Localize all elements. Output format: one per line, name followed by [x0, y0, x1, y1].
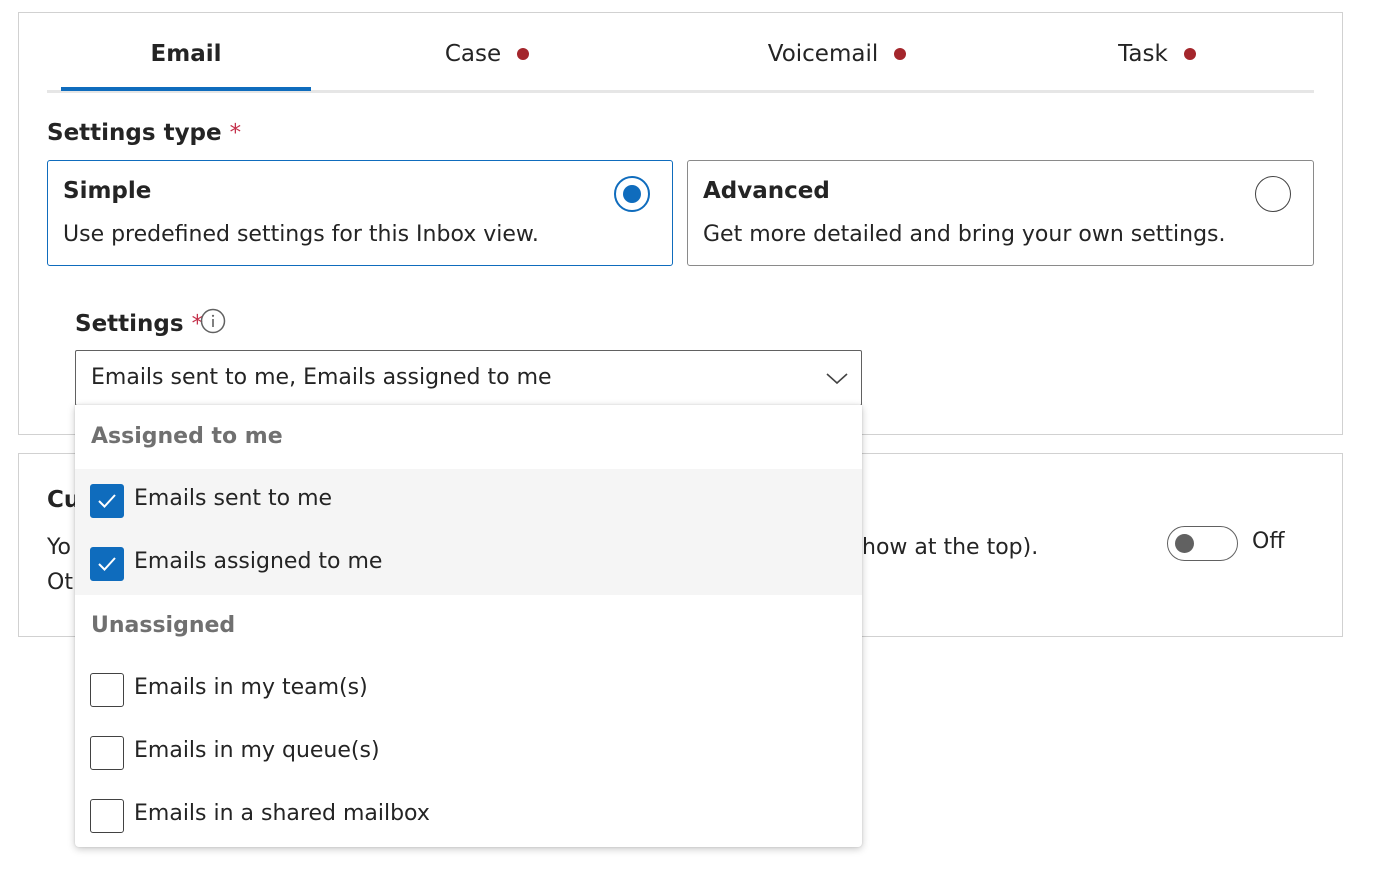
option-label: Emails sent to me	[134, 486, 333, 511]
option-label: Emails in my queue(s)	[134, 738, 380, 763]
card-description: Use predefined settings for this Inbox v…	[63, 222, 539, 247]
option-label: Emails in my team(s)	[134, 675, 368, 700]
option-emails-in-shared-mailbox[interactable]: Emails in a shared mailbox	[75, 784, 862, 847]
checkbox[interactable]	[90, 547, 124, 581]
tab-task[interactable]: Task	[1057, 18, 1257, 90]
checkbox[interactable]	[90, 673, 124, 707]
tab-label: Voicemail	[767, 41, 879, 67]
settings-dropdown-menu: Assigned to me Emails sent to me Emails …	[75, 405, 862, 847]
card-title: Advanced	[703, 178, 830, 204]
settings-dropdown-value: Emails sent to me, Emails assigned to me	[91, 365, 552, 390]
simple-radio-button[interactable]	[614, 176, 650, 212]
settings-type-advanced-card[interactable]: Advanced Get more detailed and bring you…	[687, 160, 1314, 266]
option-emails-sent-to-me[interactable]: Emails sent to me	[75, 469, 862, 532]
tab-label: Email	[150, 41, 222, 67]
settings-type-simple-card[interactable]: Simple Use predefined settings for this …	[47, 160, 673, 266]
option-emails-assigned-to-me[interactable]: Emails assigned to me	[75, 532, 862, 595]
toggle-knob	[1175, 534, 1194, 553]
settings-dropdown[interactable]: Emails sent to me, Emails assigned to me	[75, 350, 862, 406]
option-emails-in-my-queues[interactable]: Emails in my queue(s)	[75, 721, 862, 784]
checkbox[interactable]	[90, 736, 124, 770]
tab-label: Case	[444, 41, 502, 67]
checkmark-icon	[98, 557, 116, 571]
unsaved-indicator-dot	[517, 48, 530, 60]
channel-tabs: Email Case Voicemail Task	[47, 18, 1314, 93]
tab-voicemail[interactable]: Voicemail	[717, 18, 957, 90]
toggle-state-label: Off	[1252, 529, 1285, 554]
option-emails-in-my-teams[interactable]: Emails in my team(s)	[75, 658, 862, 721]
settings-type-label: Settings type *	[47, 120, 241, 146]
unsaved-indicator-dot	[1183, 48, 1196, 60]
section-description-fragment: Ot	[47, 570, 73, 595]
section-description-fragment: how at the top).	[862, 535, 1039, 560]
info-icon[interactable]	[200, 308, 226, 334]
card-title: Simple	[63, 178, 152, 204]
checkmark-icon	[98, 494, 116, 508]
checkbox[interactable]	[90, 799, 124, 833]
settings-label-text: Settings	[75, 311, 184, 337]
group-header-unassigned: Unassigned	[91, 613, 236, 638]
section-description-fragment: Yo	[47, 535, 71, 560]
option-label: Emails in a shared mailbox	[134, 801, 430, 826]
required-marker: *	[229, 120, 242, 146]
unsaved-indicator-dot	[894, 48, 907, 60]
settings-label: Settings *	[75, 311, 203, 337]
settings-type-label-text: Settings type	[47, 120, 222, 146]
advanced-radio-button[interactable]	[1255, 176, 1291, 212]
tab-email[interactable]: Email	[61, 18, 311, 91]
group-header-assigned: Assigned to me	[91, 424, 283, 449]
tab-case[interactable]: Case	[387, 18, 587, 90]
checkbox[interactable]	[90, 484, 124, 518]
tab-label: Task	[1118, 41, 1168, 67]
card-description: Get more detailed and bring your own set…	[703, 222, 1226, 247]
feature-toggle[interactable]	[1167, 526, 1238, 561]
option-label: Emails assigned to me	[134, 549, 383, 574]
chevron-down-icon	[826, 373, 848, 385]
